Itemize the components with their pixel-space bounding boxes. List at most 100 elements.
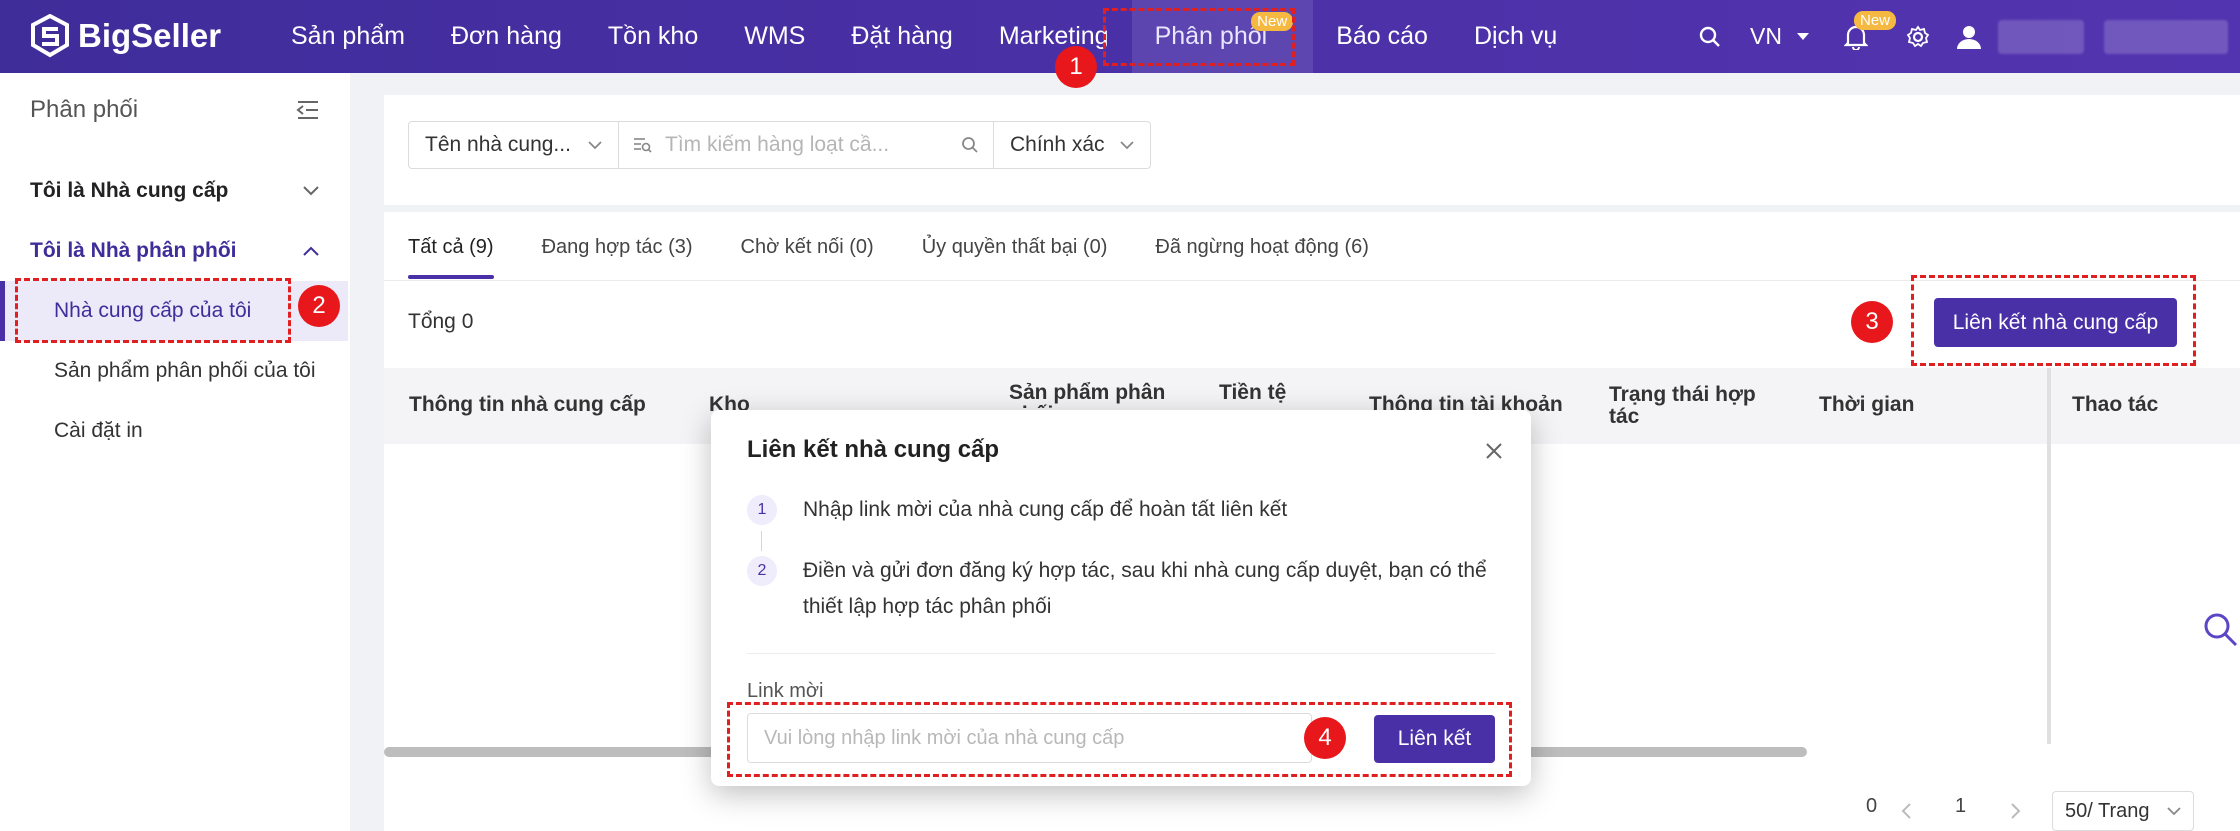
sidebar-title: Phân phối <box>30 96 139 123</box>
step-1: 1 Nhập link mời của nhà cung cấp để hoàn… <box>747 495 1287 528</box>
col-distributed-products: Sản phẩm phân phối <box>1009 382 1166 408</box>
sidebar-item-label: Sản phẩm phân phối của tôi <box>54 359 316 382</box>
pager-current-page[interactable]: 1 <box>1955 795 1966 818</box>
step-number: 1 <box>747 495 777 525</box>
supplier-name-select[interactable]: Tên nhà cung... <box>409 122 619 168</box>
filter-bar: Tên nhà cung... Tìm kiếm hàng loạt cầ...… <box>408 121 1151 169</box>
username-redacted <box>1998 19 2084 54</box>
nav-label: Tồn kho <box>607 22 699 50</box>
page-size-value: 50/ Trang <box>2065 799 2150 822</box>
select-value: Tên nhà cung... <box>425 133 571 156</box>
col-supplier-info: Thông tin nhà cung cấp <box>409 393 646 416</box>
fixed-column-divider <box>2047 368 2051 744</box>
tab-cooperating[interactable]: Đang hợp tác (3) <box>542 212 693 282</box>
annotation-box-1 <box>1103 8 1295 66</box>
annotation-box-3 <box>1911 275 2196 366</box>
tab-label: Chờ kết nối (0) <box>740 235 874 258</box>
sidebar-group-label: Tôi là Nhà cung cấp <box>30 179 229 202</box>
col-time: Thời gian <box>1819 393 1915 416</box>
annotation-marker-3: 3 <box>1851 301 1893 343</box>
modal-divider <box>747 653 1495 654</box>
step-number: 2 <box>747 556 777 586</box>
nav-reports[interactable]: Báo cáo <box>1313 0 1451 73</box>
select-value: Chính xác <box>1010 133 1105 156</box>
settings-gear-icon[interactable] <box>1898 17 1938 57</box>
collapse-menu-icon[interactable] <box>296 99 320 121</box>
next-page-icon[interactable] <box>2010 802 2022 820</box>
nav-label: Marketing <box>998 22 1109 50</box>
sidebar-item-print-settings[interactable]: Cài đặt in <box>0 401 350 461</box>
col-cooperation-status: Trạng thái hợp tác <box>1609 383 1756 428</box>
step-text: Nhập link mời của nhà cung cấp để hoàn t… <box>803 498 1288 521</box>
annotation-marker-4: 4 <box>1304 717 1346 759</box>
search-icon[interactable] <box>961 136 979 154</box>
language-select[interactable]: VN <box>1750 23 1810 50</box>
sidebar-group-label: Tôi là Nhà phân phối <box>30 239 237 262</box>
total-count: Tổng 0 <box>408 310 474 333</box>
tab-label: Đã ngừng hoạt động (6) <box>1155 235 1369 258</box>
annotation-box-2 <box>15 278 291 343</box>
caret-down-icon <box>1797 32 1809 40</box>
language-label: VN <box>1750 23 1782 49</box>
step-connector <box>761 531 762 551</box>
nav-label: Đặt hàng <box>851 22 953 50</box>
sidebar-group-supplier[interactable]: Tôi là Nhà cung cấp <box>0 161 350 221</box>
nav-wms[interactable]: WMS <box>721 0 828 73</box>
chevron-down-icon <box>1120 140 1134 149</box>
nav-label: Đơn hàng <box>450 22 562 50</box>
floating-search-icon[interactable] <box>2203 612 2239 648</box>
close-icon[interactable] <box>1483 440 1505 462</box>
step-text: Điền và gửi đơn đăng ký hợp tác, sau khi… <box>803 559 1487 618</box>
brand-name: BigSeller <box>78 17 222 54</box>
nav-inventory[interactable]: Tồn kho <box>585 0 721 73</box>
tab-all[interactable]: Tất cả (9) <box>408 212 494 282</box>
chevron-up-icon <box>303 246 319 256</box>
bigseller-logo-icon <box>31 14 69 58</box>
nav-services[interactable]: Dịch vụ <box>1451 0 1580 73</box>
top-right-tools: VN New <box>1672 0 2240 73</box>
search-placeholder: Tìm kiếm hàng loạt cầ... <box>665 133 890 156</box>
nav-label: Dịch vụ <box>1473 22 1558 50</box>
brand-logo[interactable]: BigSeller <box>30 14 221 58</box>
prev-page-icon[interactable] <box>1900 802 1912 820</box>
user-avatar-icon[interactable] <box>1954 17 1984 57</box>
match-mode-select[interactable]: Chính xác <box>994 122 1150 168</box>
chevron-down-icon <box>588 140 602 149</box>
nav-purchase[interactable]: Đặt hàng <box>828 0 975 73</box>
step-2: 2 Điền và gửi đơn đăng ký hợp tác, sau k… <box>747 556 1503 625</box>
col-currency: Tiền tệ <box>1219 382 1287 404</box>
nav-orders[interactable]: Đơn hàng <box>428 0 585 73</box>
bulk-search-icon <box>634 138 652 153</box>
page-size-select[interactable]: 50/ Trang <box>2052 791 2194 831</box>
col-actions: Thao tác <box>2072 393 2159 416</box>
annotation-box-4 <box>727 702 1512 777</box>
main-nav: Sản phẩm Đơn hàng Tồn kho WMS Đặt hàng M… <box>268 0 1580 73</box>
tab-pending-connection[interactable]: Chờ kết nối (0) <box>741 212 874 282</box>
annotation-marker-2: 2 <box>298 285 340 327</box>
bell-new-badge: New <box>1854 10 1897 30</box>
bell-icon[interactable]: New <box>1836 10 1897 57</box>
bulk-search-input[interactable]: Tìm kiếm hàng loạt cầ... <box>619 122 994 168</box>
tab-authorization-failed[interactable]: Ủy quyền thất bại (0) <box>922 212 1108 282</box>
invite-link-label: Link mời <box>747 680 824 702</box>
sidebar: Phân phối Tôi là Nhà cung cấp Tôi là Nhà… <box>0 73 350 831</box>
chevron-down-icon <box>303 186 319 196</box>
sidebar-group-distributor[interactable]: Tôi là Nhà phân phối <box>0 221 350 281</box>
account-info-redacted <box>2104 19 2228 54</box>
pager-total: 0 <box>1866 795 1878 817</box>
nav-label: Sản phẩm <box>291 22 405 50</box>
tab-label: Ủy quyền thất bại (0) <box>921 235 1108 258</box>
nav-products[interactable]: Sản phẩm <box>268 0 428 73</box>
tab-stopped[interactable]: Đã ngừng hoạt động (6) <box>1155 212 1369 282</box>
modal-title: Liên kết nhà cung cấp <box>747 436 1000 463</box>
sidebar-item-my-distributed-products[interactable]: Sản phẩm phân phối của tôi <box>0 341 350 401</box>
tab-label: Tất cả (9) <box>408 235 494 258</box>
status-tabs: Tất cả (9) Đang hợp tác (3) Chờ kết nối … <box>408 212 1417 282</box>
annotation-marker-1: 1 <box>1055 46 1097 88</box>
sidebar-item-label: Cài đặt in <box>54 419 143 442</box>
nav-label: Báo cáo <box>1336 22 1428 50</box>
tab-label: Đang hợp tác (3) <box>541 235 693 258</box>
search-icon[interactable] <box>1690 17 1730 57</box>
nav-label: WMS <box>744 22 806 50</box>
chevron-down-icon <box>2167 806 2181 815</box>
